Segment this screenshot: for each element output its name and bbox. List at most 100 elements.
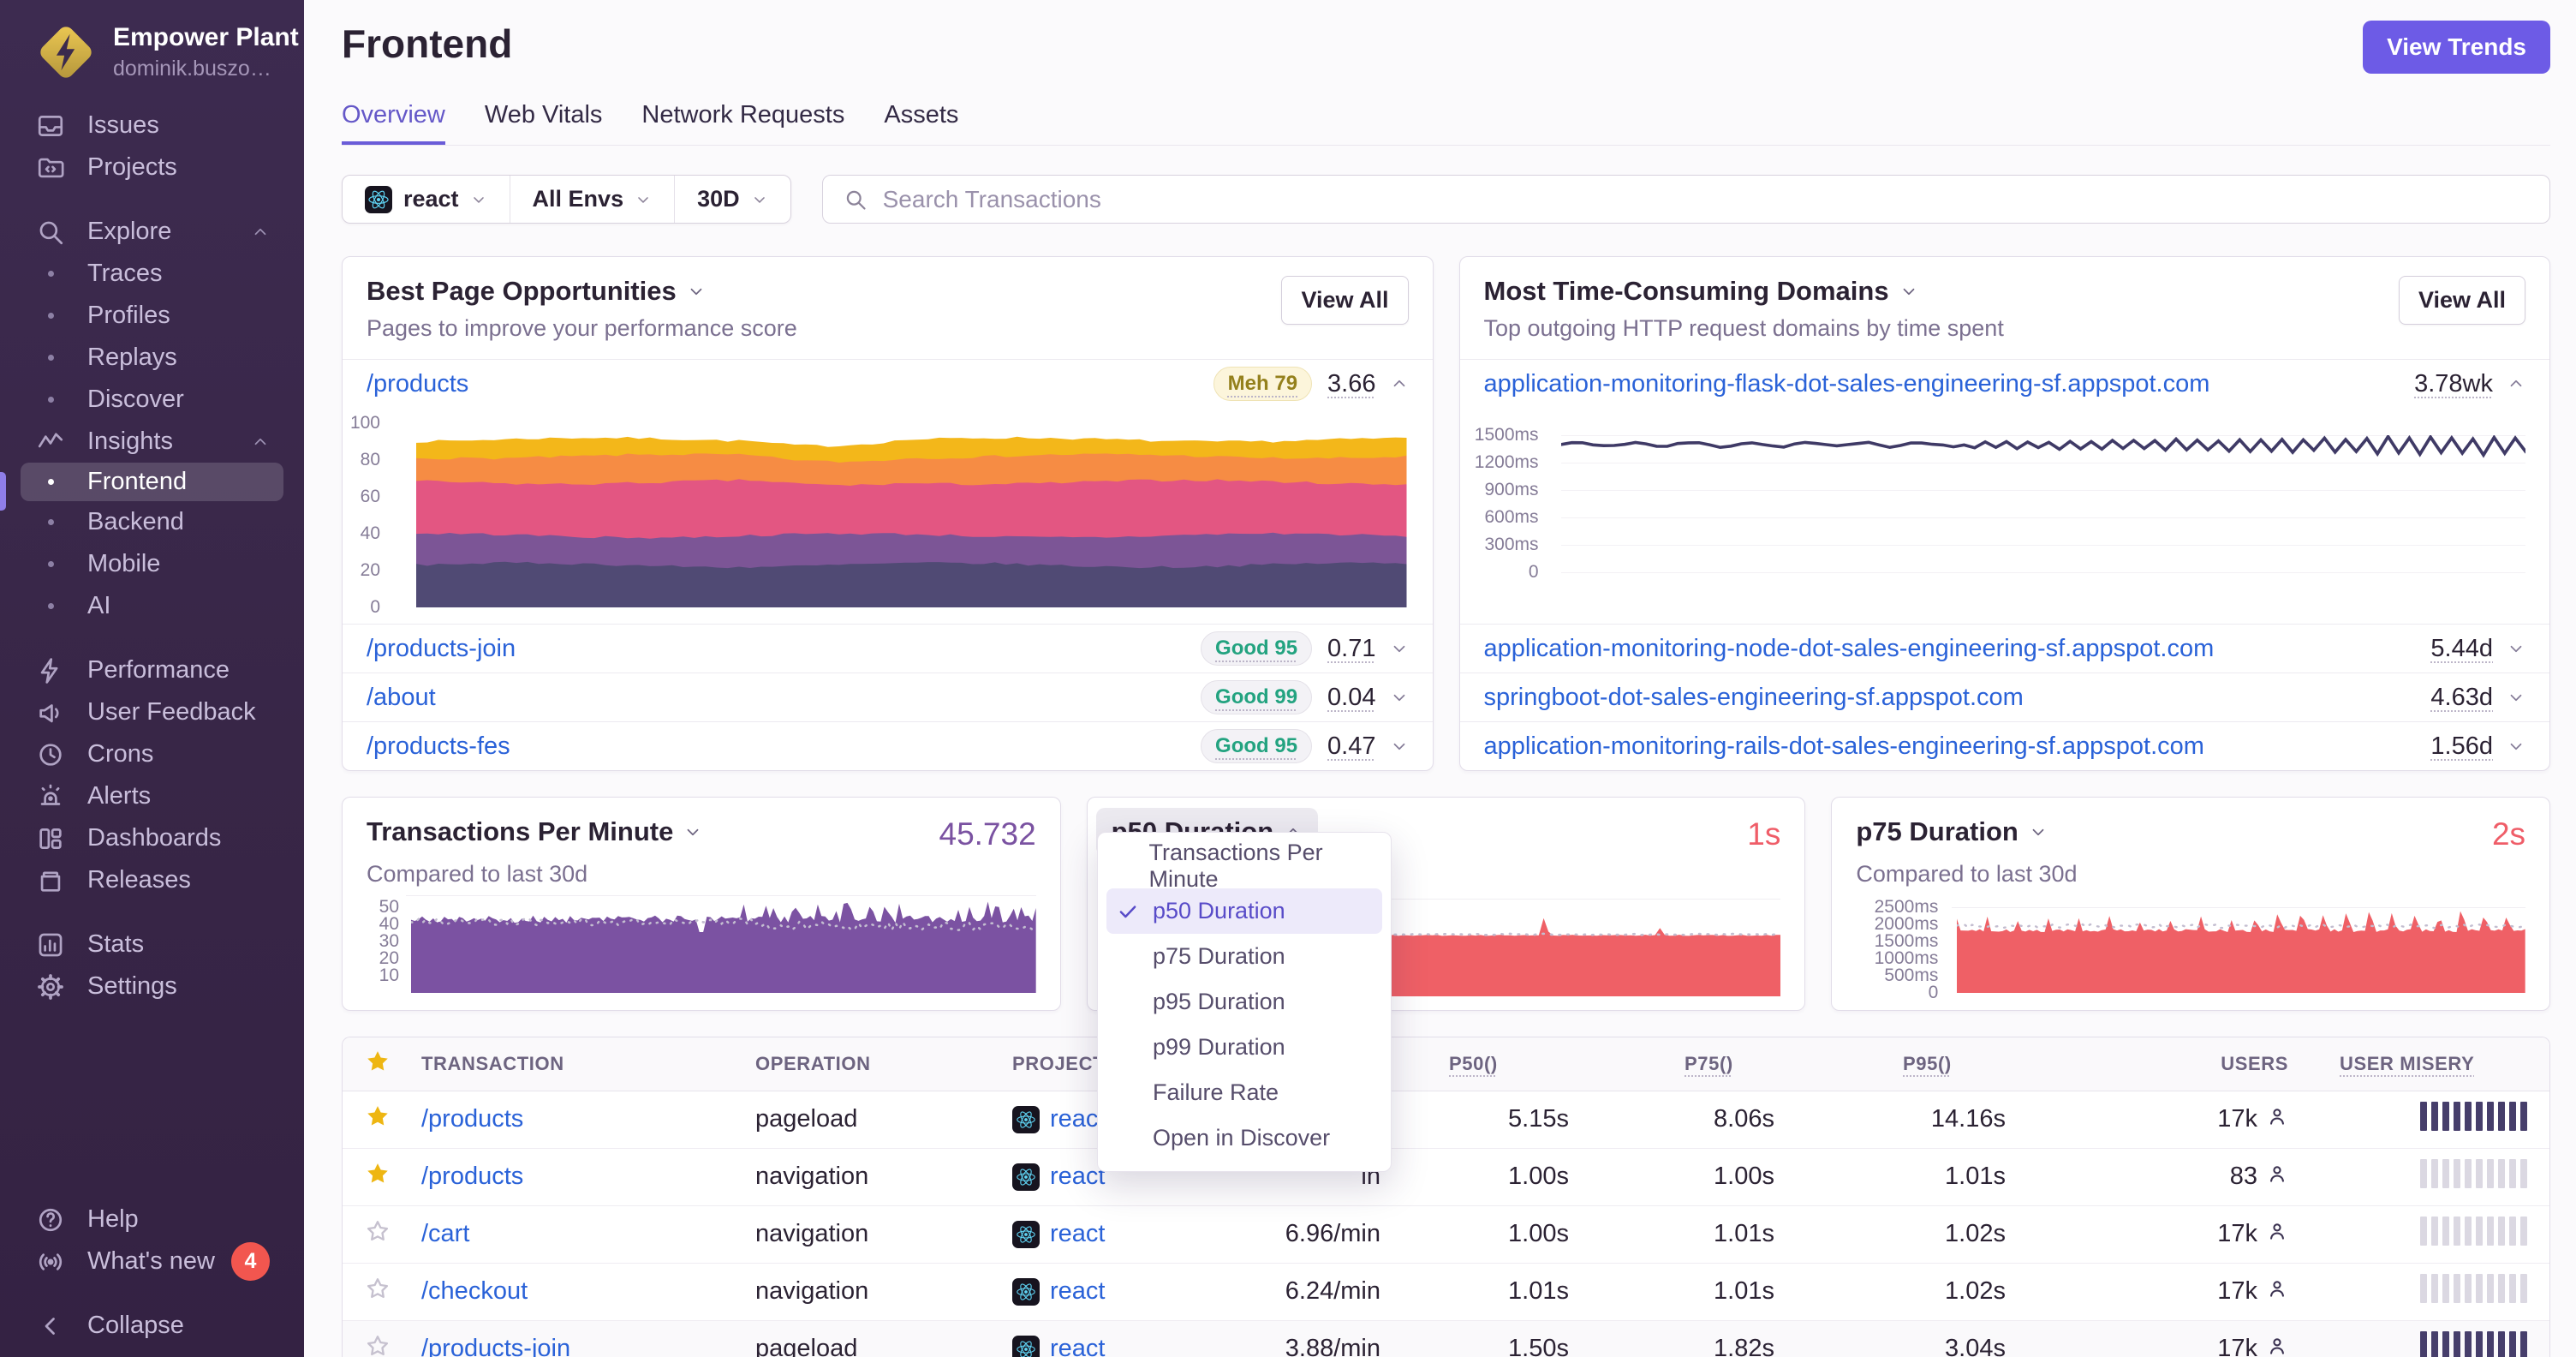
tab-network-requests[interactable]: Network Requests — [641, 101, 844, 145]
sidebar-item-insights[interactable]: Insights — [0, 421, 304, 463]
transaction-link[interactable]: /products — [421, 1105, 523, 1133]
star-outline-icon[interactable] — [343, 1320, 404, 1357]
menu-item-transactions-per-minute[interactable]: Transactions Per Minute — [1106, 840, 1382, 892]
chevron-down-icon[interactable] — [2507, 688, 2525, 707]
tab-assets[interactable]: Assets — [884, 101, 958, 145]
page-row[interactable]: /products Meh 79 3.66 — [343, 360, 1433, 408]
chevron-down-icon[interactable] — [1899, 282, 1918, 301]
sidebar-item-crons[interactable]: Crons — [0, 733, 304, 775]
menu-item-p50-duration[interactable]: p50 Duration — [1106, 888, 1382, 934]
domains-view-all-button[interactable]: View All — [2398, 276, 2525, 325]
transaction-link[interactable]: /products — [421, 1163, 523, 1190]
tab-bar: Overview Web Vitals Network Requests Assets — [342, 101, 2550, 146]
sidebar-item-issues[interactable]: Issues — [0, 105, 304, 146]
sidebar-item-label: Alerts — [87, 782, 152, 810]
column-header-p50-[interactable]: P50() — [1398, 1037, 1637, 1091]
transaction-link[interactable]: /checkout — [421, 1277, 528, 1305]
project-cell[interactable]: react — [1012, 1163, 1105, 1191]
star-outline-icon[interactable] — [343, 1205, 404, 1264]
project-cell[interactable]: react — [1012, 1220, 1105, 1248]
chevron-down-icon[interactable] — [687, 282, 706, 301]
chevron-down-icon[interactable] — [2507, 639, 2525, 658]
sidebar-item-backend[interactable]: Backend — [0, 501, 304, 543]
menu-item-open-in-discover[interactable]: Open in Discover — [1106, 1115, 1382, 1161]
star-filled-icon[interactable] — [343, 1091, 404, 1149]
react-project-icon — [1012, 1335, 1040, 1357]
sidebar-item-mobile[interactable]: Mobile — [0, 543, 304, 585]
chevron-down-icon[interactable] — [1390, 639, 1409, 658]
sidebar-item-what-s-new[interactable]: What's new 4 — [0, 1240, 304, 1282]
date-range-filter[interactable]: 30D — [675, 176, 790, 223]
sidebar-item-discover[interactable]: Discover — [0, 379, 304, 421]
sidebar-item-traces[interactable]: Traces — [0, 253, 304, 295]
column-header-transaction[interactable]: TRANSACTION — [404, 1037, 738, 1091]
project-cell[interactable]: react — [1012, 1335, 1105, 1357]
sidebar-item-releases[interactable]: Releases — [0, 859, 304, 901]
project-cell[interactable]: react — [1012, 1105, 1105, 1133]
transaction-link[interactable]: /cart — [421, 1220, 469, 1247]
chevron-down-icon[interactable] — [1390, 737, 1409, 756]
column-header-operation[interactable]: OPERATION — [738, 1037, 995, 1091]
search-input[interactable] — [880, 184, 2529, 214]
menu-item-p75-duration[interactable]: p75 Duration — [1106, 934, 1382, 979]
domain-row[interactable]: springboot-dot-sales-engineering-sf.apps… — [1459, 673, 2549, 722]
domain-link[interactable]: application-monitoring-rails-dot-sales-e… — [1484, 732, 2204, 761]
domain-link[interactable]: application-monitoring-flask-dot-sales-e… — [1484, 370, 2210, 398]
menu-item-p95-duration[interactable]: p95 Duration — [1106, 979, 1382, 1025]
sidebar-item-dashboards[interactable]: Dashboards — [0, 817, 304, 859]
sidebar-item-alerts[interactable]: Alerts — [0, 775, 304, 817]
sidebar-item-ai[interactable]: AI — [0, 585, 304, 627]
sidebar-item-replays[interactable]: Replays — [0, 337, 304, 379]
sidebar-item-frontend[interactable]: Frontend — [21, 463, 283, 501]
column-header-p75-[interactable]: P75() — [1637, 1037, 1843, 1091]
environment-filter[interactable]: All Envs — [510, 176, 676, 223]
sidebar-item-label: What's new — [87, 1247, 215, 1275]
y-axis-label: 60 — [360, 487, 380, 506]
domain-row[interactable]: application-monitoring-node-dot-sales-en… — [1459, 625, 2549, 673]
column-header-users[interactable]: USERS — [2074, 1037, 2305, 1091]
users-cell: 83 — [2230, 1163, 2288, 1192]
page-row[interactable]: /products-fes Good 95 0.47 — [343, 722, 1433, 770]
domain-row[interactable]: application-monitoring-flask-dot-sales-e… — [1460, 360, 2550, 408]
domain-link[interactable]: application-monitoring-node-dot-sales-en… — [1484, 635, 2215, 663]
transaction-link[interactable]: /products-join — [421, 1335, 570, 1357]
menu-item-p99-duration[interactable]: p99 Duration — [1106, 1025, 1382, 1070]
chevron-down-icon[interactable] — [1390, 688, 1409, 707]
star-outline-icon[interactable] — [343, 1263, 404, 1321]
domain-row[interactable]: application-monitoring-rails-dot-sales-e… — [1460, 722, 2550, 770]
sidebar-item-user-feedback[interactable]: User Feedback — [0, 691, 304, 733]
sidebar-item-collapse[interactable]: Collapse — [0, 1305, 304, 1347]
star-filled-icon[interactable] — [343, 1148, 404, 1206]
menu-item-failure-rate[interactable]: Failure Rate — [1106, 1070, 1382, 1115]
page-link[interactable]: /products-join — [367, 635, 516, 663]
sidebar-item-help[interactable]: Help — [0, 1199, 304, 1240]
sidebar-item-projects[interactable]: Projects — [0, 146, 304, 188]
column-header-user-misery[interactable]: USER MISERY — [2305, 1037, 2549, 1091]
pages-view-all-button[interactable]: View All — [1281, 276, 1409, 325]
sidebar-item-profiles[interactable]: Profiles — [0, 295, 304, 337]
chevron-down-icon[interactable] — [2507, 737, 2525, 756]
chevron-down-icon[interactable] — [2029, 822, 2048, 841]
sidebar-item-settings[interactable]: Settings — [0, 965, 304, 1007]
chevron-up-icon[interactable] — [1390, 374, 1409, 393]
sidebar-item-explore[interactable]: Explore — [0, 211, 304, 253]
page-link[interactable]: /products-fes — [367, 732, 510, 761]
tab-overview[interactable]: Overview — [342, 101, 445, 145]
page-link[interactable]: /products — [367, 370, 468, 398]
project-cell[interactable]: react — [1012, 1277, 1105, 1306]
sidebar-item-performance[interactable]: Performance — [0, 649, 304, 691]
operation-cell: pageload — [738, 1091, 995, 1149]
chevron-up-icon[interactable] — [2507, 374, 2525, 393]
p95-cell: 14.16s — [1843, 1091, 2074, 1149]
page-row[interactable]: /products-join Good 95 0.71 — [343, 625, 1433, 673]
page-link[interactable]: /about — [367, 684, 436, 712]
page-row[interactable]: /about Good 99 0.04 — [343, 673, 1433, 722]
domain-link[interactable]: springboot-dot-sales-engineering-sf.apps… — [1484, 684, 2024, 712]
sidebar-item-stats[interactable]: Stats — [0, 924, 304, 965]
column-header-p95-[interactable]: P95() — [1843, 1037, 2074, 1091]
tab-web-vitals[interactable]: Web Vitals — [485, 101, 603, 145]
chevron-down-icon[interactable] — [683, 822, 702, 841]
org-switcher[interactable]: Empower Plant dominik.buszowiec… — [0, 0, 323, 105]
view-trends-button[interactable]: View Trends — [2363, 21, 2550, 74]
project-filter[interactable]: react — [343, 176, 510, 223]
